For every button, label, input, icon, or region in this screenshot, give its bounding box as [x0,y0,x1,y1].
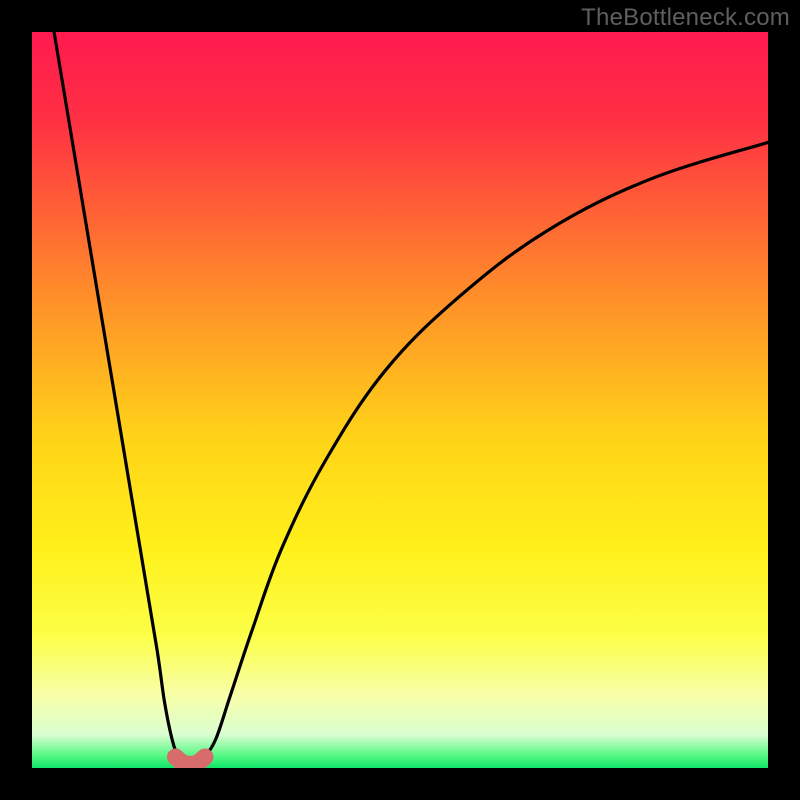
plot-area [32,32,768,768]
chart-svg [32,32,768,768]
minimum-marker [176,757,205,764]
watermark-text: TheBottleneck.com [581,4,790,32]
gradient-background [32,32,768,768]
chart-frame: TheBottleneck.com [0,0,800,800]
